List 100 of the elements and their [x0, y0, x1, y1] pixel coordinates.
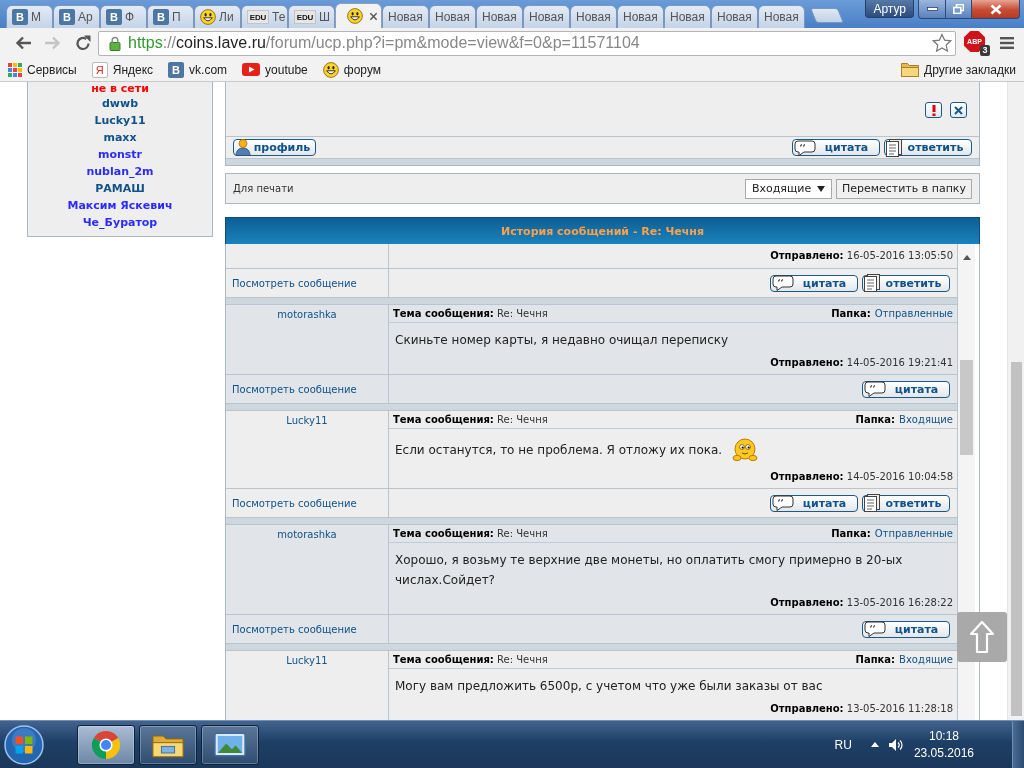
view-message-link[interactable]: Посмотреть сообщение: [232, 277, 357, 289]
bookmark-link[interactable]: В vk.com: [168, 59, 228, 80]
user-link[interactable]: Максим Яскевич: [67, 197, 173, 214]
author-link[interactable]: motorashka: [277, 528, 337, 541]
view-message-link[interactable]: Посмотреть сообщение: [232, 497, 357, 509]
user-link[interactable]: maxx: [103, 129, 137, 146]
reply-button[interactable]: ответить: [862, 494, 950, 512]
minimize-button[interactable]: [918, 0, 946, 19]
reply-button[interactable]: ответить: [884, 139, 972, 156]
language-indicator[interactable]: RU: [834, 737, 852, 752]
quote-button[interactable]: цитата: [792, 139, 880, 156]
quote-button[interactable]: цитата: [770, 494, 858, 512]
taskbar-button[interactable]: [77, 724, 135, 765]
bookmark-folder-link[interactable]: Другие закладки: [901, 59, 1016, 80]
view-message-link[interactable]: Посмотреть сообщение: [232, 383, 357, 395]
scrollbar-thumb[interactable]: [1010, 362, 1022, 716]
reload-icon: [75, 35, 91, 51]
tab[interactable]: Ли: [194, 5, 241, 28]
bookmark-link[interactable]: Сервисы: [8, 59, 77, 80]
speech-bubble-icon: [772, 275, 794, 291]
section-title: История сообщений - Re: Чечня: [500, 224, 704, 238]
taskbar-button[interactable]: [139, 724, 197, 765]
restore-icon: [953, 4, 964, 14]
delete-button[interactable]: [950, 102, 967, 118]
padlock-icon: [109, 35, 121, 51]
letter-tile-icon: Я: [91, 61, 108, 78]
profile-name-button[interactable]: Артур: [865, 0, 914, 18]
restore-button[interactable]: [946, 0, 972, 19]
text-tile-icon: EDU: [247, 10, 269, 24]
subject-text: Тема сообщения: Re: Чечня: [393, 414, 548, 425]
user-link[interactable]: nublan_2m: [86, 163, 154, 180]
scrollbar-thumb[interactable]: [960, 360, 973, 455]
sent-date: Отправлено: 13-05-2016 11:28:18: [770, 703, 953, 714]
speech-bubble-icon: [794, 139, 816, 156]
tab[interactable]: Новая: [711, 5, 758, 28]
tab[interactable]: Новая: [382, 5, 429, 28]
taskbar-button[interactable]: [201, 724, 259, 765]
tab[interactable]: В Ф: [100, 5, 147, 28]
quote-button[interactable]: цитата: [862, 620, 950, 638]
address-field[interactable]: https://coins.lave.ru/forum/ucp.php?i=pm&mode=view&f=0&p=11571104: [98, 30, 956, 56]
smiley-icon: [322, 61, 339, 78]
close-button[interactable]: [972, 0, 1020, 19]
author-link[interactable]: Lucky11: [286, 414, 328, 427]
user-link[interactable]: dwwb: [101, 95, 139, 112]
letter-tile-icon: В: [153, 9, 169, 25]
letter-tile-icon: В: [168, 61, 185, 78]
tab[interactable]: Новая: [523, 5, 570, 28]
report-button[interactable]: [925, 102, 942, 118]
subject-text: Тема сообщения: Re: Чечня: [393, 308, 548, 319]
clock-time[interactable]: 10:18: [928, 729, 959, 743]
start-button[interactable]: [2, 722, 46, 767]
person-icon: [235, 139, 251, 156]
message-text: Могу вам предложить 6500р, с учетом что уже были заказы от вас: [395, 678, 823, 695]
sent-date: Отправлено: 14-05-2016 10:04:58: [770, 471, 953, 482]
tab[interactable]: Новая: [476, 5, 523, 28]
user-link[interactable]: monstr: [97, 146, 143, 163]
notepad-icon: [864, 494, 880, 512]
quote-button[interactable]: цитата: [862, 380, 950, 398]
quote-button[interactable]: цитата: [770, 274, 858, 292]
view-message-link[interactable]: Посмотреть сообщение: [232, 623, 357, 635]
speech-bubble-icon: [864, 381, 886, 397]
tab[interactable]: В П: [147, 5, 194, 28]
tab[interactable]: Новая: [758, 5, 805, 28]
profile-button[interactable]: профиль: [233, 139, 316, 156]
folder-link[interactable]: Входящие: [899, 414, 953, 425]
print-view-link[interactable]: Для печати: [233, 183, 294, 194]
user-link[interactable]: Lucky11: [94, 112, 146, 129]
show-desktop-button[interactable]: [1012, 721, 1024, 768]
subject-text: Тема сообщения: Re: Чечня: [393, 528, 548, 539]
folder-select[interactable]: Входящие: [744, 178, 832, 199]
folder-icon: [901, 62, 920, 77]
bookmark-star-button[interactable]: [931, 32, 953, 54]
tab[interactable]: В М: [6, 5, 53, 28]
tab[interactable]: Новая: [429, 5, 476, 28]
clock-date[interactable]: 23.05.2016: [913, 746, 974, 760]
folder-link[interactable]: Отправленные: [874, 308, 953, 319]
bookmark-link[interactable]: Я Яндекс: [91, 59, 154, 80]
grid-icon: [8, 62, 22, 77]
tab[interactable]: Новая: [617, 5, 664, 28]
right-arrow-icon: [44, 35, 62, 51]
tab[interactable]: Новая: [570, 5, 617, 28]
author-link[interactable]: Lucky11: [286, 654, 328, 667]
folder-link[interactable]: Отправленные: [874, 528, 953, 539]
speech-bubble-icon: [864, 621, 886, 637]
folder-link[interactable]: Входящие: [899, 654, 953, 665]
message-text: Если останутся, то не проблема. Я отложу их пока.: [395, 442, 723, 459]
tab[interactable]: [335, 3, 382, 28]
tab[interactable]: Новая: [664, 5, 711, 28]
menu-icon: [1000, 37, 1014, 49]
author-link[interactable]: motorashka: [277, 308, 337, 321]
tab[interactable]: В Ар: [53, 5, 100, 28]
status-heading: не в сети: [91, 82, 149, 95]
bookmark-link[interactable]: форум: [322, 59, 381, 80]
reply-button[interactable]: ответить: [862, 274, 950, 292]
tab[interactable]: EDU Те: [241, 5, 288, 28]
user-link[interactable]: РАМАШ: [95, 180, 145, 197]
tab[interactable]: EDU Ш: [288, 5, 335, 28]
move-to-folder-button[interactable]: Переместить в папку: [835, 178, 972, 199]
user-link[interactable]: Че_Буратор: [82, 214, 158, 231]
bookmark-link[interactable]: youtube: [242, 59, 308, 80]
